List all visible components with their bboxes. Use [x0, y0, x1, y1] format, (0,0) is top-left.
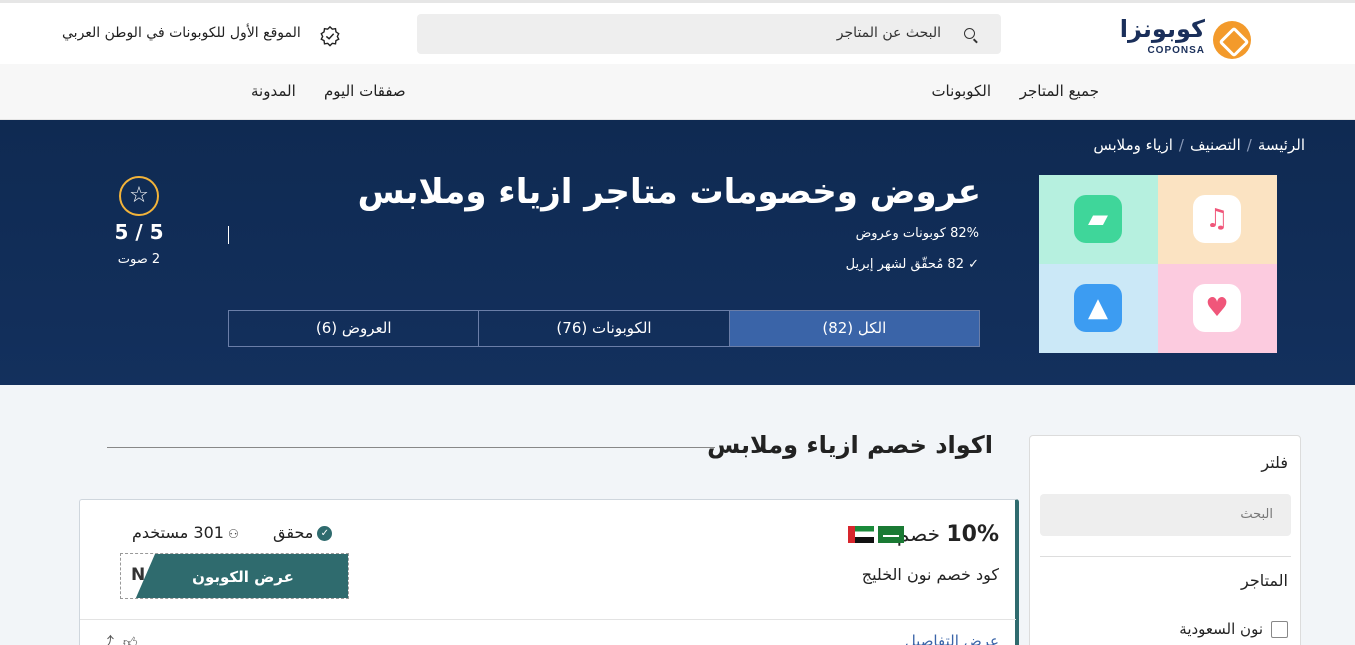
rating-votes: 2 صوت — [117, 252, 161, 267]
breadcrumb: الرئيسة/التصنيف/ازياء وملابس — [1093, 136, 1305, 154]
users-count-label: 301 مستخدم — [132, 523, 224, 542]
logo-arabic-text: كوبونزا — [1119, 15, 1205, 43]
category-hero: الرئيسة/التصنيف/ازياء وملابس ♫ ▰ ♥ ▲ عرو… — [0, 120, 1355, 385]
uae-flag-icon — [848, 526, 874, 543]
rating-value: 5 / 5 — [114, 220, 164, 244]
filter-search-placeholder: البحث — [1240, 507, 1273, 522]
nav-coupons[interactable]: الكوبونات — [931, 82, 991, 100]
breadcrumb-home[interactable]: الرئيسة — [1258, 136, 1305, 154]
video-camera-icon: ▰ — [1088, 204, 1108, 234]
filter-panel: فلتر البحث المتاجر نون السعودية — [1029, 435, 1301, 645]
like-icon[interactable]: 👍︎ — [123, 635, 138, 645]
coupon-title: كود خصم نون الخليج — [861, 565, 999, 584]
tab-coupons[interactable]: الكوبونات (76) — [478, 311, 728, 346]
top-header: كوبونزا COPONSA البحث عن المتاجر الموقع … — [0, 0, 1355, 64]
filter-title: فلتر — [1261, 453, 1288, 472]
page-title: عروض وخصومات متاجر ازياء وملابس — [357, 172, 981, 212]
check-circle-icon: ✓ — [317, 526, 333, 541]
nav-all-stores[interactable]: جميع المتاجر — [1020, 82, 1099, 100]
discount-value: 10% — [946, 522, 999, 547]
verified-stat: ✓ 82 مُحقّق لشهر إبريل — [845, 257, 979, 272]
filter-divider — [1040, 556, 1291, 557]
store-option[interactable]: نون السعودية — [1179, 620, 1288, 638]
breadcrumb-category[interactable]: التصنيف — [1190, 136, 1241, 154]
verified-label: محقق — [273, 523, 314, 542]
show-coupon-label: عرض الكوبون — [135, 554, 348, 598]
discount-label: 10% خصم — [897, 522, 999, 547]
logo-english-text: COPONSA — [1147, 45, 1205, 56]
navigation-arrow-icon: ▲ — [1088, 293, 1108, 323]
coupons-stat: 82% كوبونات وعروض — [855, 226, 979, 241]
star-icon[interactable]: ☆ — [119, 176, 159, 216]
filter-search-input[interactable]: البحث — [1040, 494, 1291, 536]
stores-title: المتاجر — [1241, 571, 1288, 590]
nav-today-deals[interactable]: صفقات اليوم — [324, 82, 406, 100]
users-count: ⚇301 مستخدم — [132, 523, 239, 542]
verified-badge-icon — [320, 25, 340, 47]
verified-status: ✓محقق — [273, 523, 333, 542]
category-image: ♫ ▰ ♥ ▲ — [1039, 175, 1277, 353]
main-nav: جميع المتاجر الكوبونات صفقات اليوم المدو… — [0, 64, 1355, 120]
card-actions: ⤴ 👍︎ — [100, 632, 138, 645]
breadcrumb-current: ازياء وملابس — [1093, 136, 1173, 154]
logo-tag-icon — [1213, 21, 1251, 59]
filter-tabs: العروض (6) الكوبونات (76) الكل (82) — [228, 310, 980, 347]
divider — [228, 226, 229, 244]
details-link[interactable]: عرض التفاصيل — [905, 632, 999, 645]
store-checkbox[interactable] — [1271, 621, 1288, 638]
nav-blog[interactable]: المدونة — [251, 82, 296, 100]
share-icon[interactable]: ⤴ — [100, 635, 114, 645]
site-logo[interactable]: كوبونزا COPONSA — [1101, 15, 1251, 59]
search-placeholder: البحث عن المتاجر — [836, 25, 941, 41]
coupon-card: 10% خصم كود خصم نون الخليج ✓محقق ⚇301 مس… — [79, 499, 1019, 645]
section-divider — [107, 447, 715, 448]
user-icon: ⚇ — [227, 527, 239, 541]
saudi-flag-icon — [878, 526, 904, 543]
store-search-input[interactable]: البحث عن المتاجر — [417, 14, 1001, 54]
music-note-icon: ♫ — [1205, 204, 1229, 234]
section-title: اكواد خصم ازياء وملابس — [707, 431, 993, 459]
show-coupon-button[interactable]: N عرض الكوبون — [120, 553, 349, 599]
site-tagline: الموقع الأول للكوبونات في الوطن العربي — [62, 25, 301, 41]
tab-offers[interactable]: العروض (6) — [229, 311, 478, 346]
tab-all[interactable]: الكل (82) — [728, 311, 979, 346]
search-icon — [964, 28, 975, 39]
heart-icon: ♥ — [1205, 293, 1229, 323]
store-label: نون السعودية — [1179, 620, 1263, 638]
card-divider — [80, 619, 1016, 620]
